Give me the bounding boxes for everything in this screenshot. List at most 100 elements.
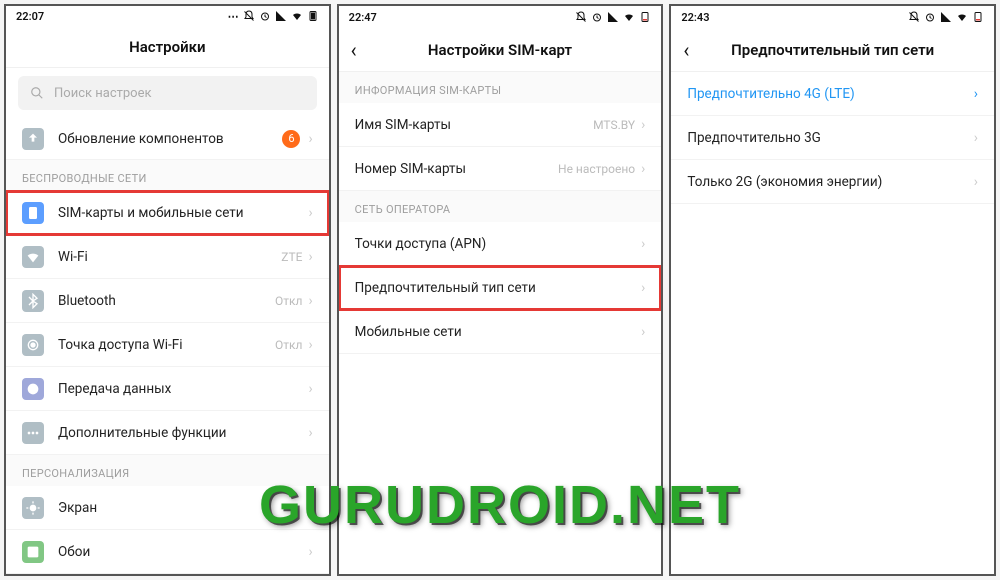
list-row[interactable]: BluetoothОткл › — [6, 279, 329, 323]
list-row[interactable]: Передача данных› — [6, 367, 329, 411]
list-row[interactable]: Номер SIM-картыНе настроено › — [339, 147, 662, 191]
list-row[interactable]: Имя SIM-картыMTS.BY › — [339, 103, 662, 147]
status-icons — [908, 11, 984, 23]
row-value: MTS.BY — [593, 118, 635, 132]
row-label: Мобильные сети — [355, 324, 641, 340]
search-input[interactable]: Поиск настроек — [18, 76, 317, 110]
wifi-icon — [956, 11, 968, 23]
status-bar: 22:43 — [671, 6, 994, 28]
row-label: Обои — [58, 544, 308, 560]
list-row[interactable]: Обои› — [6, 530, 329, 574]
chevron-right-icon: › — [308, 337, 312, 353]
section-sim-info: ИНФОРМАЦИЯ SIM-КАРТЫ — [339, 72, 662, 103]
mute-icon — [243, 10, 255, 22]
alarm-icon — [591, 11, 603, 23]
chevron-right-icon: › — [308, 425, 312, 441]
nav-bar: ‹ Настройки SIM-карт — [339, 28, 662, 72]
list-row[interactable]: Предпочтительно 4G (LTE)› — [671, 72, 994, 116]
chevron-right-icon: › — [641, 117, 645, 133]
mute-icon — [908, 11, 920, 23]
battery-icon — [972, 11, 984, 23]
wifi-icon — [22, 246, 44, 268]
list-row[interactable]: Только 2G (экономия энергии)› — [671, 160, 994, 204]
row-label: Дополнительные функции — [58, 425, 308, 441]
chevron-right-icon: › — [308, 205, 312, 221]
data-icon — [22, 378, 44, 400]
update-badge: 6 — [282, 130, 300, 148]
search-icon — [30, 86, 44, 100]
row-updates[interactable]: Обновление компонентов 6 › — [6, 118, 329, 160]
chevron-right-icon: › — [308, 500, 312, 516]
list-row[interactable]: Точка доступа Wi-FiОткл › — [6, 323, 329, 367]
wifi-icon — [291, 10, 303, 22]
row-label: Имя SIM-карты — [355, 117, 593, 133]
list-row[interactable]: Wi-FiZTE › — [6, 235, 329, 279]
status-time: 22:07 — [16, 10, 44, 23]
signal-icon — [607, 11, 619, 23]
chevron-right-icon: › — [308, 249, 312, 265]
update-icon — [22, 128, 44, 150]
alarm-icon — [924, 11, 936, 23]
chevron-right-icon: › — [308, 544, 312, 560]
nav-bar: ‹ Предпочтительный тип сети — [671, 28, 994, 72]
status-time: 22:43 — [681, 11, 709, 24]
row-label: Точки доступа (APN) — [355, 236, 641, 252]
row-label: Предпочтительно 4G (LTE) — [687, 86, 973, 102]
signal-icon — [940, 11, 952, 23]
row-value: Не настроено — [558, 162, 635, 176]
search-placeholder: Поиск настроек — [54, 86, 152, 101]
chevron-right-icon: › — [641, 280, 645, 296]
section-wireless: БЕСПРОВОДНЫЕ СЕТИ — [6, 160, 329, 191]
row-label: Номер SIM-карты — [355, 161, 558, 177]
section-operator: СЕТЬ ОПЕРАТОРА — [339, 191, 662, 222]
back-button[interactable]: ‹ — [683, 38, 689, 62]
list-row[interactable]: SIM-карты и мобильные сети› — [6, 191, 329, 235]
row-value: ZTE — [281, 250, 302, 264]
display-icon — [22, 497, 44, 519]
list-row[interactable]: Мобильные сети› — [339, 310, 662, 354]
row-label: Bluetooth — [58, 293, 275, 309]
alarm-icon — [259, 10, 271, 22]
phone-screen-1: 22:07 ⋯ Настройки Поиск настроек Обновле… — [4, 4, 331, 576]
chevron-right-icon: › — [308, 381, 312, 397]
status-bar: 22:07 ⋯ — [6, 6, 329, 27]
page-title: Настройки — [129, 38, 205, 56]
signal-icon — [275, 10, 287, 22]
status-icons — [575, 11, 651, 23]
sim-icon — [22, 202, 44, 224]
chevron-right-icon: › — [308, 293, 312, 309]
row-label: Предпочтительно 3G — [687, 130, 973, 146]
chevron-right-icon: › — [974, 86, 978, 102]
battery-icon — [307, 10, 319, 22]
chevron-right-icon: › — [641, 236, 645, 252]
row-label: Передача данных — [58, 381, 308, 397]
row-label: Wi-Fi — [58, 249, 281, 265]
list-row[interactable]: Предпочтительно 3G› — [671, 116, 994, 160]
list-row[interactable]: Предпочтительный тип сети› — [339, 266, 662, 310]
row-value: Откл — [275, 294, 302, 308]
chevron-right-icon: › — [974, 130, 978, 146]
chevron-right-icon: › — [641, 161, 645, 177]
back-button[interactable]: ‹ — [351, 38, 357, 62]
more-icon — [22, 422, 44, 444]
chevron-right-icon: › — [974, 174, 978, 190]
row-label: Только 2G (экономия энергии) — [687, 174, 973, 190]
battery-icon — [639, 11, 651, 23]
page-title: Предпочтительный тип сети — [731, 41, 934, 59]
row-label: Экран — [58, 500, 308, 516]
status-bar: 22:47 — [339, 6, 662, 28]
chevron-right-icon: › — [308, 131, 312, 147]
list-row[interactable]: Точки доступа (APN)› — [339, 222, 662, 266]
wifi-icon — [623, 11, 635, 23]
bluetooth-icon — [22, 290, 44, 312]
wallpaper-icon — [22, 541, 44, 563]
row-value: Откл — [275, 338, 302, 352]
phone-screen-2: 22:47 ‹ Настройки SIM-карт ИНФОРМАЦИЯ SI… — [337, 4, 664, 576]
row-label: Предпочтительный тип сети — [355, 280, 641, 296]
list-row[interactable]: Дополнительные функции› — [6, 411, 329, 455]
list-row[interactable]: Экран› — [6, 486, 329, 530]
row-label: Точка доступа Wi-Fi — [58, 337, 275, 353]
status-icons: ⋯ — [228, 10, 319, 23]
mute-icon — [575, 11, 587, 23]
nav-bar: Настройки — [6, 27, 329, 69]
